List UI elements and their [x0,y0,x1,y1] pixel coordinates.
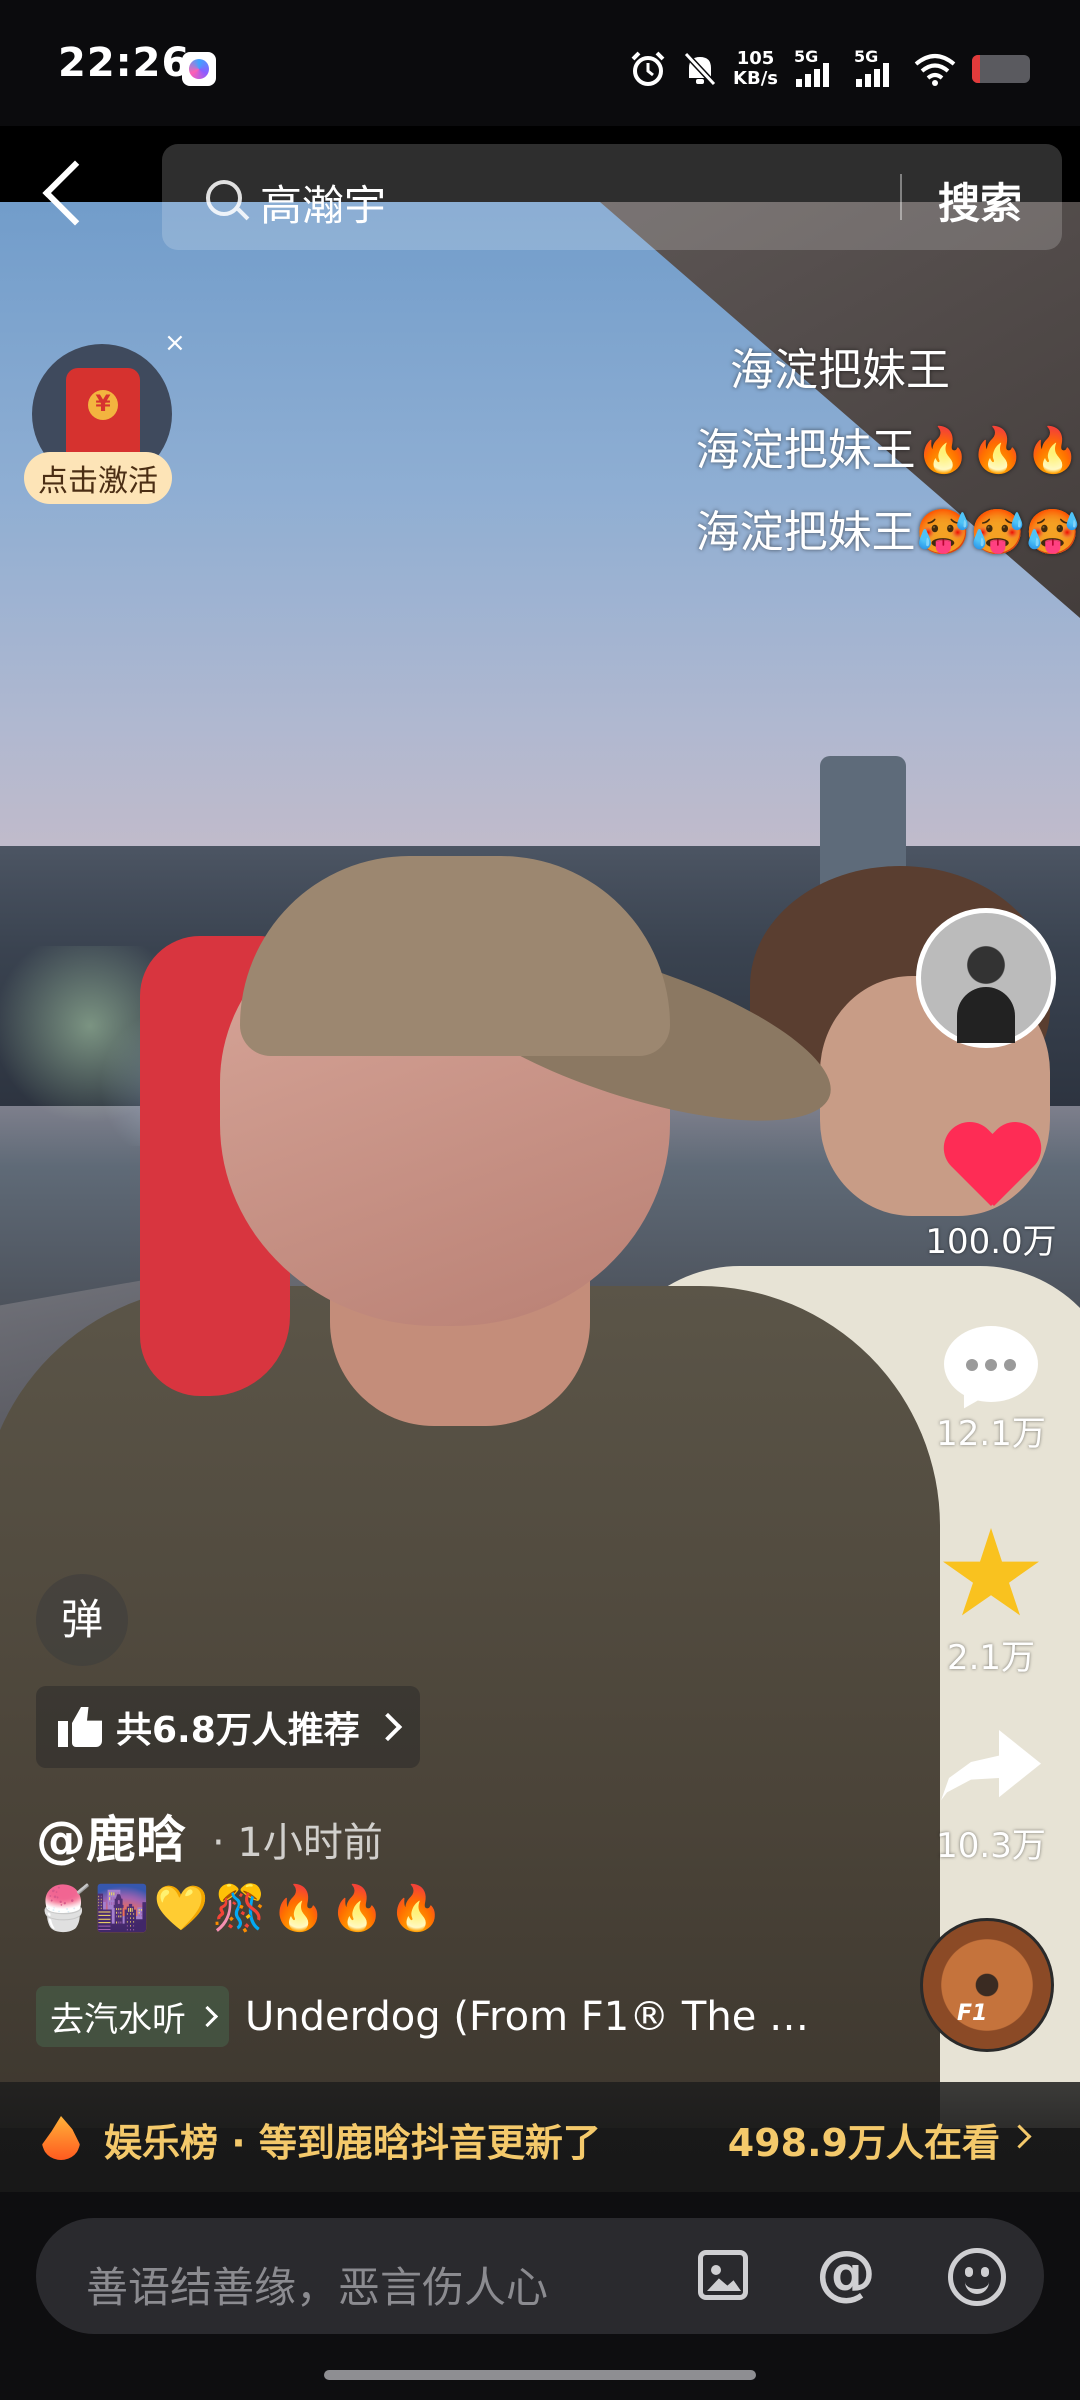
recommend-chip[interactable]: 共6.8万人推荐 [36,1686,420,1768]
comment-placeholder: 善语结善缘，恶言伤人心 [86,2263,549,2312]
search-input[interactable]: 高瀚宇 [260,172,386,233]
mute-bell-icon [683,51,717,87]
comment-button[interactable]: 12.1万 [912,1326,1070,1455]
image-icon[interactable] [698,2250,748,2300]
share-arrow-icon [941,1730,1041,1810]
comment-input[interactable]: 善语结善缘，恶言伤人心 @ [36,2218,1044,2334]
red-packet-widget[interactable]: × 点击激活 [24,328,186,510]
music-tag-button[interactable]: 去汽水听 [36,1986,229,2047]
danmu-toggle-button[interactable]: 弹 [36,1574,128,1666]
like-button[interactable]: 100.0万 [912,1124,1070,1263]
status-bar: 22:26 105 KB/s 5G 5G [0,0,1080,126]
comment-bar: 善语结善缘，恶言伤人心 @ [0,2192,1080,2400]
comment-bubble-icon [944,1326,1038,1416]
favorite-button[interactable]: 2.1万 [912,1528,1070,1679]
search-bar[interactable]: 高瀚宇 搜索 [162,144,1062,250]
wifi-icon [914,54,956,86]
search-divider [900,174,902,220]
like-count: 100.0万 [925,1222,1057,1262]
alarm-icon [631,51,665,86]
author-name[interactable]: @鹿晗 [36,1800,186,1872]
sim2-signal-icon: 5G [854,47,898,89]
status-icons: 105 KB/s 5G 5G [629,46,1030,92]
sim1-signal-icon: 5G [794,47,838,89]
video-caption-1: 海淀把妹王 [730,345,950,396]
music-disc-icon[interactable] [920,1918,1054,2052]
heart-icon [942,1124,1040,1214]
fire-icon [42,2116,80,2160]
search-button[interactable]: 搜索 [938,170,1022,231]
music-title[interactable]: Underdog (From F1® The … [245,1994,809,2040]
share-count: 10.3万 [936,1826,1046,1866]
battery-icon [972,55,1030,83]
favorite-count: 2.1万 [946,1638,1036,1678]
trending-text: 娱乐榜 · 等到鹿晗抖音更新了 [104,2121,601,2165]
recommend-text: 共6.8万人推荐 [116,1710,360,1751]
post-time: · 1小时前 [212,1820,383,1866]
app-notification-icon [182,52,216,86]
video-description: 🍧🌆💛🎊🔥🔥🔥 [36,1883,448,1934]
chevron-right-icon [196,2005,219,2028]
home-indicator[interactable] [324,2370,756,2380]
video-caption-2: 海淀把妹王🔥🔥🔥 [695,425,1080,476]
red-envelope-icon [66,368,140,464]
comment-count: 12.1万 [936,1414,1046,1454]
author-avatar[interactable] [916,908,1056,1048]
music-row[interactable]: 去汽水听 Underdog (From F1® The … [36,1986,809,2047]
emoji-icon[interactable] [948,2248,1006,2306]
search-icon [206,180,242,216]
mention-icon[interactable]: @ [816,2238,876,2308]
status-time: 22:26 [58,40,191,86]
chevron-right-icon [1007,2124,1032,2149]
video-caption-3: 海淀把妹王🥵🥵🥵 [695,507,1080,558]
red-packet-label[interactable]: 点击激活 [24,452,172,504]
network-speed: 105 KB/s [733,48,778,89]
trending-bar[interactable]: 娱乐榜 · 等到鹿晗抖音更新了 498.9万人在看 [0,2082,1080,2192]
close-icon[interactable]: × [164,328,186,358]
share-button[interactable]: 10.3万 [912,1730,1070,1867]
chevron-right-icon [373,1712,402,1742]
thumbs-up-icon [58,1707,102,1747]
trending-viewers: 498.9万人在看 [727,2121,1000,2165]
star-icon [943,1528,1039,1616]
